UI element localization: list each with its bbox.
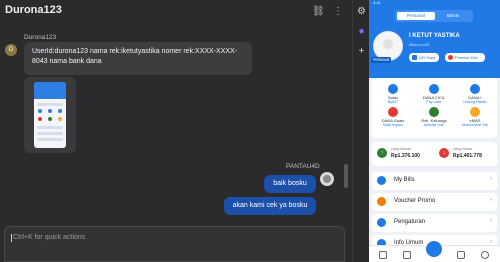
protection-button[interactable]: Proteksi Kita bbox=[445, 53, 485, 62]
input-placeholder: Ctrl+K for quick actions bbox=[13, 234, 86, 241]
incoming-message: UserId:durona123 nama rek:iketutyastika … bbox=[24, 42, 252, 75]
voucher-icon bbox=[377, 197, 386, 206]
in-value: Rp1.376.100 bbox=[391, 153, 420, 159]
menu-voucher-promo[interactable]: Voucher Promo › bbox=[372, 193, 497, 211]
wallet-icon[interactable] bbox=[457, 251, 465, 259]
service-sub: Buat Impian bbox=[383, 123, 403, 127]
chat-title: Durona123 bbox=[5, 4, 62, 16]
service-sub: Mulai Invest Yuk bbox=[461, 123, 489, 127]
menu-label: Voucher Promo bbox=[394, 198, 436, 204]
savings-icon bbox=[470, 84, 480, 94]
attachment-thumbnail bbox=[34, 82, 66, 148]
menu-my-bills[interactable]: My Bills › bbox=[372, 172, 497, 190]
profile-name[interactable]: I KETUT YASTIKA bbox=[409, 33, 460, 39]
out-value: Rp1.401.778 bbox=[453, 153, 482, 159]
tab-bisnis[interactable]: Bisnis bbox=[435, 12, 471, 20]
chat-header: Durona123 ⛓ ⋮ bbox=[0, 0, 352, 24]
qr-button[interactable]: QR Saya bbox=[409, 53, 439, 62]
out-label: Uang Keluar bbox=[453, 147, 473, 151]
app-icon[interactable]: ● bbox=[356, 26, 367, 37]
pay-button[interactable] bbox=[424, 239, 444, 259]
chat-pane: Durona123 ⛓ ⋮ Durona123 D UserId:durona1… bbox=[0, 0, 352, 262]
menu-label: Pengaturan bbox=[394, 219, 426, 225]
account-switch[interactable]: Personal Bisnis bbox=[395, 10, 473, 22]
text-caret bbox=[11, 234, 12, 242]
service-dana-goals[interactable]: DANA Goals Buat Impian bbox=[378, 107, 408, 133]
message-input[interactable]: Ctrl+K for quick actions bbox=[4, 226, 345, 262]
incoming-sender: Durona123 bbox=[24, 34, 57, 41]
arrow-down-icon: ↓ bbox=[439, 148, 449, 158]
family-icon bbox=[429, 107, 439, 117]
scrollbar[interactable] bbox=[344, 164, 348, 188]
bottom-nav bbox=[369, 239, 500, 262]
paylater-icon bbox=[429, 84, 439, 94]
page-indicator bbox=[431, 133, 439, 146]
target-icon bbox=[388, 107, 398, 117]
gear-icon bbox=[377, 218, 386, 227]
bills-icon bbox=[377, 176, 386, 185]
chevron-right-icon: › bbox=[490, 218, 492, 224]
menu-label: My Bills bbox=[394, 177, 415, 183]
outgoing-sender: PANTAU4D bbox=[286, 163, 320, 170]
wallet-icon bbox=[388, 84, 398, 94]
gold-icon bbox=[470, 107, 480, 117]
service-emas[interactable]: eMAS Mulai Invest Yuk bbox=[460, 107, 490, 133]
side-rail: ⚙ ● + bbox=[352, 0, 369, 262]
settings-icon[interactable]: ⚙ bbox=[356, 6, 367, 17]
cashflow-card[interactable]: ↑ Uang Masuk Rp1.376.100 ↓ Uang Keluar R… bbox=[372, 142, 497, 166]
status-time: 4:41 bbox=[373, 0, 381, 5]
avatar: D bbox=[5, 44, 17, 56]
profile-icon[interactable] bbox=[481, 251, 489, 259]
phone-screen: 4:41 Personal Bisnis PREMIUM I KETUT YAS… bbox=[369, 0, 500, 262]
home-icon[interactable] bbox=[379, 251, 387, 259]
profile-header: 4:41 Personal Bisnis PREMIUM I KETUT YAS… bbox=[369, 0, 500, 78]
service-sub: Rp827 bbox=[387, 100, 399, 104]
service-sub: Pay Later bbox=[426, 100, 442, 104]
history-icon[interactable] bbox=[403, 251, 411, 259]
screen: Durona123 ⛓ ⋮ Durona123 D UserId:durona1… bbox=[0, 0, 500, 262]
service-sub: Untung Harian bbox=[463, 100, 487, 104]
avatar bbox=[320, 172, 334, 186]
premium-badge: PREMIUM bbox=[371, 57, 391, 63]
add-icon[interactable]: + bbox=[356, 46, 367, 57]
outgoing-message: akan kami cek ya bosku bbox=[224, 197, 316, 215]
chevron-right-icon: › bbox=[490, 197, 492, 203]
service-sub: Aktivasi Yuk! bbox=[423, 123, 445, 127]
service-rek-keluarga[interactable]: Rek. Keluarga Aktivasi Yuk! bbox=[419, 107, 449, 133]
arrow-up-icon: ↑ bbox=[377, 148, 387, 158]
chevron-right-icon: › bbox=[490, 176, 492, 182]
tab-personal[interactable]: Personal bbox=[397, 12, 435, 20]
profile-phone: 08••••••••43 bbox=[409, 42, 430, 47]
link-icon[interactable]: ⛓ bbox=[312, 6, 325, 18]
image-attachment[interactable] bbox=[24, 77, 76, 153]
in-label: Uang Masuk bbox=[391, 147, 411, 151]
more-icon[interactable]: ⋮ bbox=[332, 6, 344, 18]
outgoing-message: baik bosku bbox=[264, 175, 316, 193]
services-card: Saldo Rp827 DANA CICIL Pay Later DANA+ U… bbox=[372, 78, 497, 146]
menu-pengaturan[interactable]: Pengaturan › bbox=[372, 214, 497, 232]
